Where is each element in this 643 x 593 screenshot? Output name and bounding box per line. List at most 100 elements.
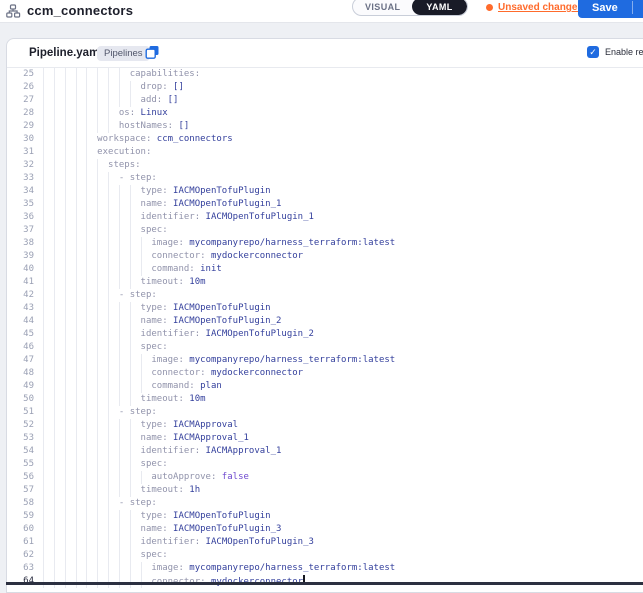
yaml-line[interactable]: 26 drop: [] <box>7 81 643 94</box>
line-number[interactable]: 38 <box>7 237 34 250</box>
yaml-line[interactable]: 53 name: IACMApproval_1 <box>7 432 643 445</box>
yaml-line[interactable]: 43 type: IACMOpenTofuPlugin <box>7 302 643 315</box>
yaml-code[interactable]: spec: <box>43 224 643 237</box>
line-number[interactable]: 54 <box>7 445 34 458</box>
line-number[interactable]: 40 <box>7 263 34 276</box>
line-number[interactable]: 29 <box>7 120 34 133</box>
yaml-code[interactable]: command: init <box>43 263 643 276</box>
toggle-yaml[interactable]: YAML <box>412 0 466 15</box>
unsaved-changes[interactable]: Unsaved changes <box>486 2 583 13</box>
yaml-code[interactable]: - step: <box>43 406 643 419</box>
yaml-code[interactable]: command: plan <box>43 380 643 393</box>
yaml-line[interactable]: 60 name: IACMOpenTofuPlugin_3 <box>7 523 643 536</box>
yaml-code[interactable]: spec: <box>43 458 643 471</box>
yaml-line[interactable]: 42 - step: <box>7 289 643 302</box>
yaml-code[interactable]: identifier: IACMApproval_1 <box>43 445 643 458</box>
yaml-line[interactable]: 48 connector: mydockerconnector <box>7 367 643 380</box>
yaml-code[interactable]: connector: mydockerconnector <box>43 250 643 263</box>
yaml-code[interactable]: type: IACMOpenTofuPlugin <box>43 302 643 315</box>
yaml-code[interactable]: image: mycompanyrepo/harness_terraform:l… <box>43 237 643 250</box>
save-button[interactable]: Save <box>578 2 632 14</box>
yaml-code[interactable]: timeout: 1h <box>43 484 643 497</box>
yaml-code[interactable]: spec: <box>43 341 643 354</box>
line-number[interactable]: 52 <box>7 419 34 432</box>
yaml-code[interactable]: image: mycompanyrepo/harness_terraform:l… <box>43 562 643 575</box>
enable-edit-control[interactable]: ✓ Enable read/ <box>587 46 643 58</box>
line-number[interactable]: 48 <box>7 367 34 380</box>
yaml-code[interactable]: autoApprove: false <box>43 471 643 484</box>
line-number[interactable]: 32 <box>7 159 34 172</box>
line-number[interactable]: 41 <box>7 276 34 289</box>
yaml-line[interactable]: 56 autoApprove: false <box>7 471 643 484</box>
yaml-code[interactable]: connector: mydockerconnector <box>43 367 643 380</box>
line-number[interactable]: 27 <box>7 94 34 107</box>
yaml-code[interactable]: identifier: IACMOpenTofuPlugin_2 <box>43 328 643 341</box>
yaml-line[interactable]: 34 type: IACMOpenTofuPlugin <box>7 185 643 198</box>
yaml-code[interactable]: - step: <box>43 289 643 302</box>
line-number[interactable]: 60 <box>7 523 34 536</box>
line-number[interactable]: 26 <box>7 81 34 94</box>
yaml-line[interactable]: 46 spec: <box>7 341 643 354</box>
yaml-code[interactable]: timeout: 10m <box>43 276 643 289</box>
yaml-line[interactable]: 63 image: mycompanyrepo/harness_terrafor… <box>7 562 643 575</box>
yaml-line[interactable]: 39 connector: mydockerconnector <box>7 250 643 263</box>
line-number[interactable]: 34 <box>7 185 34 198</box>
yaml-code[interactable]: type: IACMOpenTofuPlugin <box>43 510 643 523</box>
yaml-code[interactable]: type: IACMApproval <box>43 419 643 432</box>
line-number[interactable]: 49 <box>7 380 34 393</box>
line-number[interactable]: 37 <box>7 224 34 237</box>
line-number[interactable]: 56 <box>7 471 34 484</box>
copy-icon[interactable] <box>145 45 160 60</box>
yaml-code[interactable]: os: Linux <box>43 107 643 120</box>
unsaved-changes-link[interactable]: Unsaved changes <box>498 2 583 13</box>
yaml-line[interactable]: 58 - step: <box>7 497 643 510</box>
yaml-line[interactable]: 40 command: init <box>7 263 643 276</box>
yaml-line[interactable]: 55 spec: <box>7 458 643 471</box>
line-number[interactable]: 25 <box>7 68 34 81</box>
yaml-line[interactable]: 30 workspace: ccm_connectors <box>7 133 643 146</box>
yaml-code[interactable]: execution: <box>43 146 643 159</box>
toggle-visual[interactable]: VISUAL <box>353 0 412 15</box>
yaml-code[interactable]: identifier: IACMOpenTofuPlugin_1 <box>43 211 643 224</box>
yaml-line[interactable]: 51 - step: <box>7 406 643 419</box>
yaml-line[interactable]: 61 identifier: IACMOpenTofuPlugin_3 <box>7 536 643 549</box>
line-number[interactable]: 39 <box>7 250 34 263</box>
yaml-line[interactable]: 36 identifier: IACMOpenTofuPlugin_1 <box>7 211 643 224</box>
yaml-code[interactable]: workspace: ccm_connectors <box>43 133 643 146</box>
yaml-code[interactable]: capabilities: <box>43 68 643 81</box>
yaml-code[interactable]: drop: [] <box>43 81 643 94</box>
yaml-code[interactable]: name: IACMOpenTofuPlugin_3 <box>43 523 643 536</box>
line-number[interactable]: 53 <box>7 432 34 445</box>
line-number[interactable]: 51 <box>7 406 34 419</box>
yaml-line[interactable]: 49 command: plan <box>7 380 643 393</box>
line-number[interactable]: 59 <box>7 510 34 523</box>
yaml-line[interactable]: 41 timeout: 10m <box>7 276 643 289</box>
yaml-line[interactable]: 47 image: mycompanyrepo/harness_terrafor… <box>7 354 643 367</box>
visual-yaml-toggle[interactable]: VISUAL YAML <box>352 0 468 16</box>
save-split-button[interactable]: Save <box>578 0 643 18</box>
yaml-code[interactable]: steps: <box>43 159 643 172</box>
yaml-code[interactable]: name: IACMOpenTofuPlugin_2 <box>43 315 643 328</box>
yaml-line[interactable]: 28 os: Linux <box>7 107 643 120</box>
line-number[interactable]: 61 <box>7 536 34 549</box>
yaml-code[interactable]: name: IACMApproval_1 <box>43 432 643 445</box>
yaml-line[interactable]: 59 type: IACMOpenTofuPlugin <box>7 510 643 523</box>
save-dropdown-button[interactable] <box>633 5 643 11</box>
yaml-editor[interactable]: 25 capabilities:26 drop: []27 add: []28 … <box>7 68 643 592</box>
yaml-line[interactable]: 31 execution: <box>7 146 643 159</box>
line-number[interactable]: 44 <box>7 315 34 328</box>
yaml-code[interactable]: type: IACMOpenTofuPlugin <box>43 185 643 198</box>
yaml-line[interactable]: 33 - step: <box>7 172 643 185</box>
yaml-code[interactable]: timeout: 10m <box>43 393 643 406</box>
line-number[interactable]: 36 <box>7 211 34 224</box>
line-number[interactable]: 31 <box>7 146 34 159</box>
line-number[interactable]: 58 <box>7 497 34 510</box>
line-number[interactable]: 63 <box>7 562 34 575</box>
line-number[interactable]: 35 <box>7 198 34 211</box>
yaml-line[interactable]: 29 hostNames: [] <box>7 120 643 133</box>
yaml-code[interactable]: hostNames: [] <box>43 120 643 133</box>
yaml-line[interactable]: 32 steps: <box>7 159 643 172</box>
yaml-line[interactable]: 54 identifier: IACMApproval_1 <box>7 445 643 458</box>
line-number[interactable]: 45 <box>7 328 34 341</box>
yaml-code[interactable]: add: [] <box>43 94 643 107</box>
